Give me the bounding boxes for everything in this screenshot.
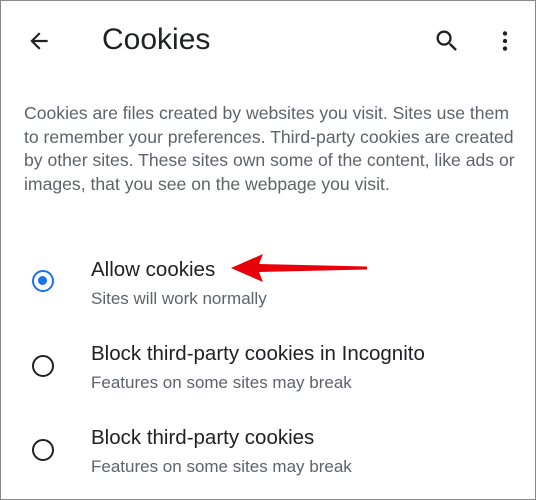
option-sublabel: Features on some sites may break bbox=[91, 457, 352, 476]
more-options-button[interactable] bbox=[485, 21, 525, 61]
search-button[interactable] bbox=[427, 21, 467, 61]
search-icon bbox=[436, 30, 457, 51]
radio-button-selected[interactable] bbox=[32, 270, 54, 292]
radio-button[interactable] bbox=[32, 355, 54, 377]
option-block-third-party[interactable]: Block third-party cookies Features on so… bbox=[1, 413, 535, 491]
cookies-description: Cookies are files created by websites yo… bbox=[24, 103, 515, 194]
cookies-settings-screen: Cookies Cookies are files created by web… bbox=[0, 0, 536, 500]
radio-selected-dot bbox=[38, 276, 47, 285]
arrow-left-icon bbox=[30, 32, 48, 50]
app-bar: Cookies bbox=[1, 1, 535, 79]
radio-button[interactable] bbox=[32, 439, 54, 461]
back-button[interactable] bbox=[19, 21, 59, 61]
option-allow-cookies[interactable]: Allow cookies Sites will work normally bbox=[1, 245, 535, 323]
option-label: Block third-party cookies in Incognito bbox=[91, 342, 425, 365]
option-block-third-party-incognito[interactable]: Block third-party cookies in Incognito F… bbox=[1, 329, 535, 407]
option-sublabel: Sites will work normally bbox=[91, 289, 267, 308]
option-label: Block third-party cookies bbox=[91, 426, 315, 449]
more-vert-icon bbox=[502, 31, 508, 51]
option-sublabel: Features on some sites may break bbox=[91, 373, 352, 392]
option-label: Allow cookies bbox=[91, 258, 216, 281]
page-title: Cookies bbox=[102, 23, 211, 56]
